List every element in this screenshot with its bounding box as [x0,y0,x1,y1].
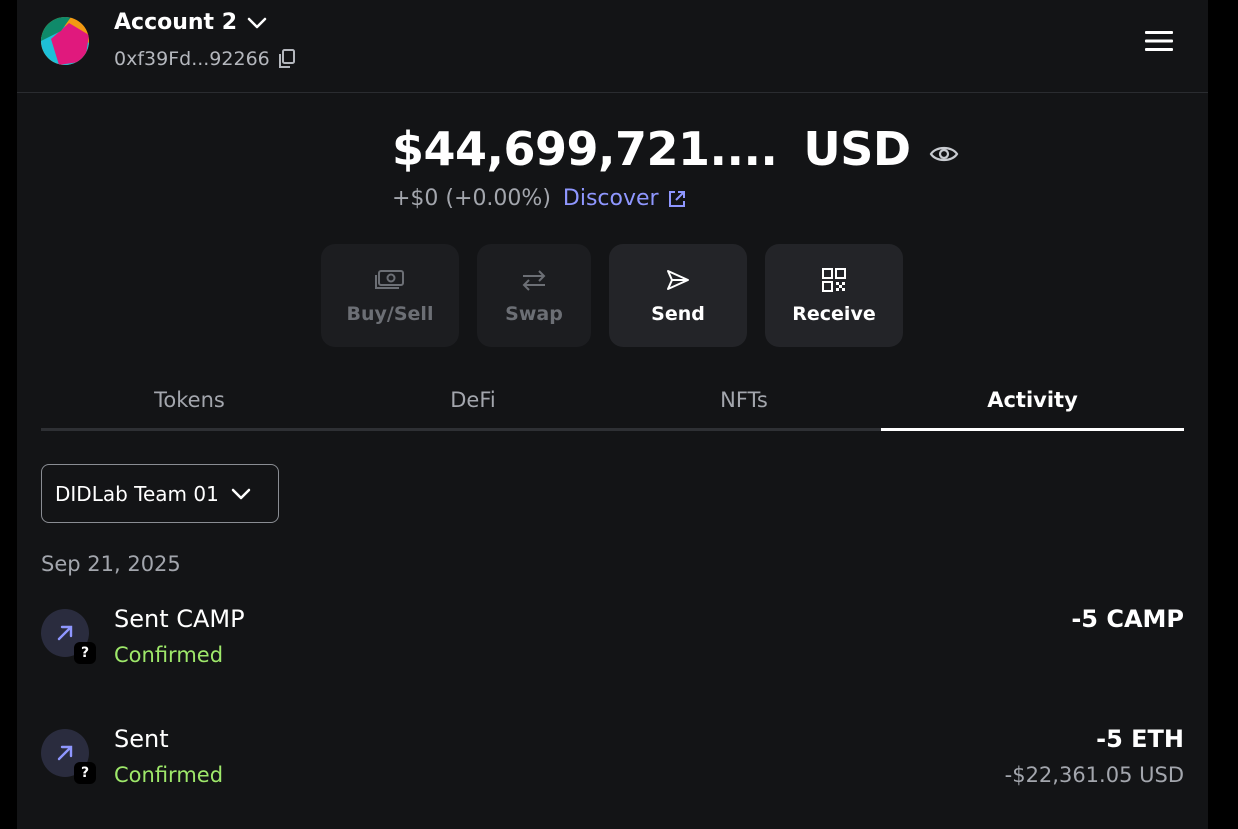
account-address: 0xf39Fd...92266 [114,48,270,70]
tab-nfts[interactable]: NFTs [608,372,880,428]
balance-amount: $44,699,721.... [392,122,778,176]
balance-change-row: +$0 (+0.00%) Discover [392,186,687,211]
account-address-row: 0xf39Fd...92266 [114,48,296,70]
balance-currency: USD [803,122,911,176]
chevron-down-icon [247,17,267,28]
activity-item[interactable]: ? Sent CAMP Confirmed -5 CAMP [41,605,1184,685]
swap-label: Swap [505,302,563,325]
activity-item-status: Confirmed [114,643,224,667]
unknown-token-badge-icon: ? [74,642,96,664]
activity-item-amount: -5 ETH [1096,725,1184,753]
discover-label: Discover [562,186,659,211]
receive-label: Receive [792,302,876,325]
send-label: Send [651,302,705,325]
eye-icon[interactable] [929,122,959,176]
copy-icon[interactable] [278,49,296,69]
buy-sell-button[interactable]: Buy/Sell [321,244,459,347]
external-link-icon [668,190,685,207]
tab-defi[interactable]: DeFi [338,372,608,428]
balance-change: +$0 (+0.00%) [392,186,551,211]
account-name: Account 2 [114,10,238,35]
money-icon [375,267,405,293]
receive-button[interactable]: Receive [765,244,903,347]
tab-tokens[interactable]: Tokens [41,372,338,428]
activity-item-title: Sent [114,725,169,753]
activity-item[interactable]: ? Sent Confirmed -5 ETH -$22,361.05 USD [41,725,1184,805]
hamburger-menu-icon[interactable] [1144,29,1174,53]
account-avatar[interactable] [41,17,89,65]
activity-item-amount: -5 CAMP [1071,605,1184,633]
wallet-app: Account 2 0xf39Fd...92266 $44,699,721...… [17,0,1208,829]
header: Account 2 0xf39Fd...92266 [17,0,1208,93]
tab-activity[interactable]: Activity [881,372,1184,431]
discover-link[interactable]: Discover [563,186,687,211]
swap-arrows-icon [520,267,548,293]
balance-display: $44,699,721.... USD [392,122,959,176]
buy-sell-label: Buy/Sell [346,302,434,325]
qr-code-icon [822,267,846,293]
activity-item-title: Sent CAMP [114,605,245,633]
activity-date-heading: Sep 21, 2025 [41,552,181,576]
swap-button[interactable]: Swap [477,244,591,347]
network-selector-value: DIDLab Team 01 [55,481,219,506]
send-button[interactable]: Send [609,244,747,347]
activity-item-status: Confirmed [114,763,224,787]
avatar-jazzicon-icon [41,17,89,65]
network-selector[interactable]: DIDLab Team 01 [41,464,279,523]
send-icon [665,267,691,293]
account-selector[interactable]: Account 2 [114,10,267,35]
tab-bar: Tokens DeFi NFTs Activity [41,372,1184,431]
unknown-token-badge-icon: ? [74,762,96,784]
chevron-down-icon [231,488,251,499]
activity-item-fiat-amount: -$22,361.05 USD [1004,763,1184,787]
